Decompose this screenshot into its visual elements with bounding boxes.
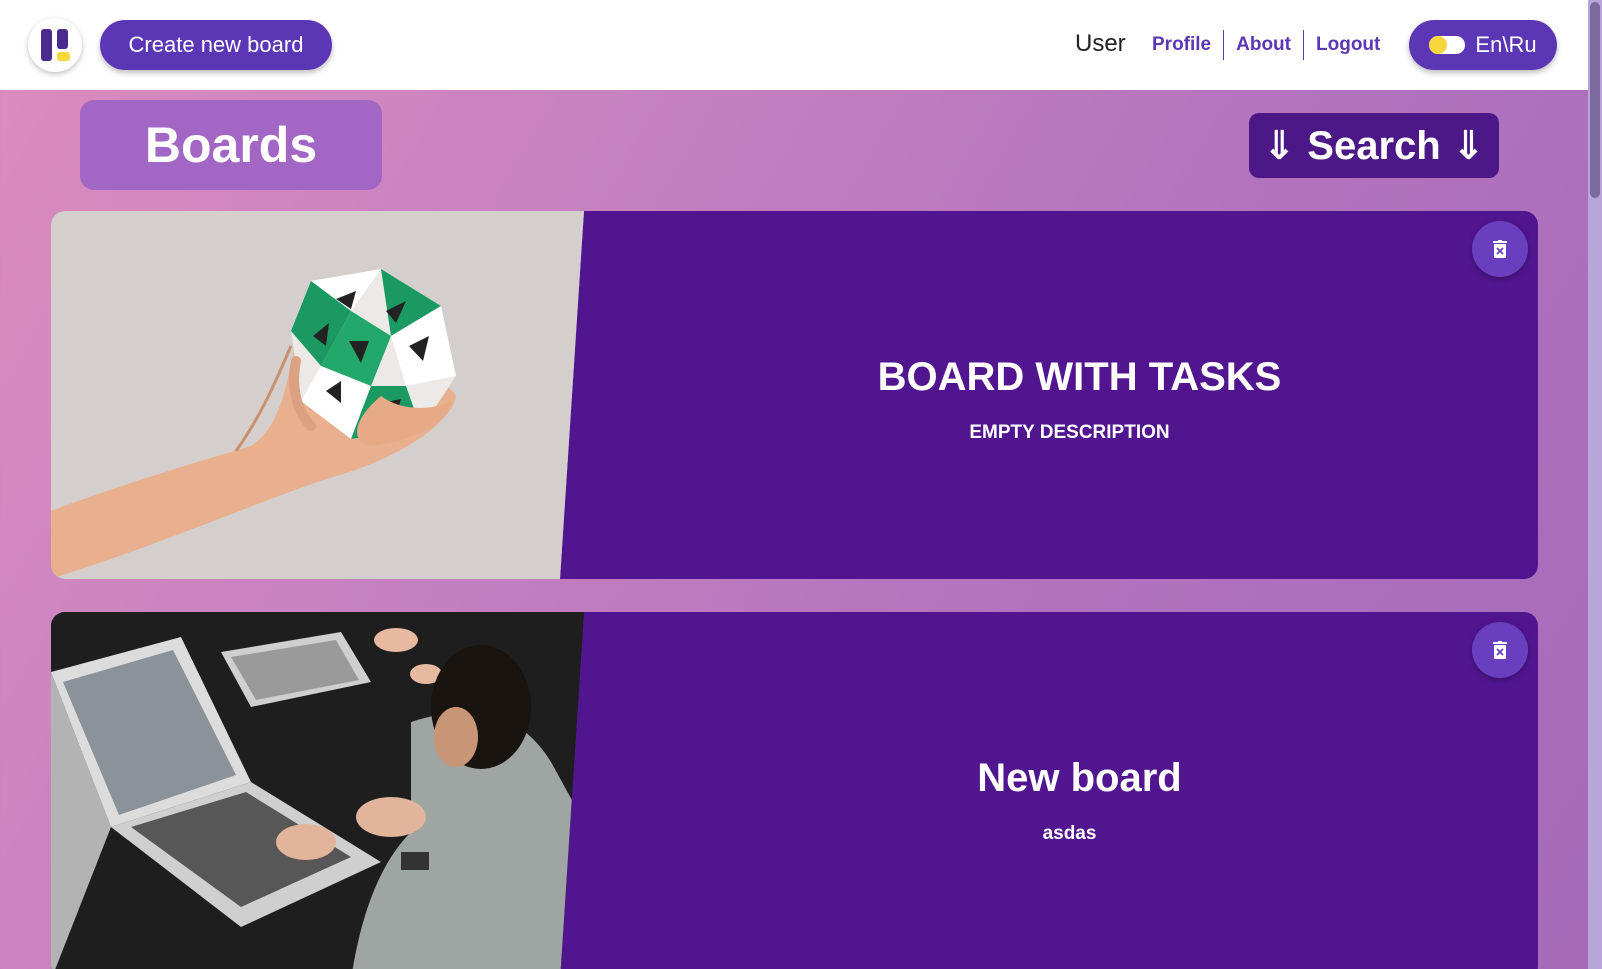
- page-title: Boards: [80, 100, 382, 190]
- search-toggle-button[interactable]: ⇓ Search ⇓: [1249, 113, 1499, 178]
- board-card[interactable]: New board asdas: [51, 612, 1538, 969]
- toggle-knob: [1429, 36, 1448, 54]
- board-card[interactable]: BOARD WITH TASKS EMPTY DESCRIPTION: [51, 211, 1538, 579]
- nav-link-logout[interactable]: Logout: [1303, 30, 1392, 60]
- toggle-switch-icon: [1429, 36, 1466, 54]
- delete-board-button[interactable]: [1472, 221, 1528, 277]
- nav-link-profile[interactable]: Profile: [1140, 30, 1223, 60]
- create-board-button[interactable]: Create new board: [100, 20, 332, 70]
- header-nav: Profile About Logout: [1140, 29, 1392, 61]
- logo-dot: [57, 52, 70, 61]
- nav-link-about[interactable]: About: [1223, 30, 1303, 60]
- board-title: BOARD WITH TASKS: [877, 354, 1282, 399]
- user-name: User: [1075, 30, 1126, 57]
- delete-board-button[interactable]: [1472, 622, 1528, 678]
- page-scrollbar-thumb[interactable]: [1590, 2, 1600, 198]
- board-description: EMPTY DESCRIPTION: [969, 421, 1170, 443]
- language-toggle-button[interactable]: En\Ru: [1409, 20, 1557, 70]
- board-card-body: New board asdas: [621, 612, 1538, 969]
- app-logo[interactable]: [28, 18, 82, 72]
- board-card-body: BOARD WITH TASKS EMPTY DESCRIPTION: [621, 211, 1538, 579]
- laptop-desk-photo: [51, 612, 584, 969]
- board-cover-image: [51, 612, 584, 969]
- board-cover-image: [51, 211, 584, 579]
- board-title: New board: [977, 755, 1182, 800]
- language-label: En\Ru: [1475, 32, 1537, 57]
- app-header: Create new board User Profile About Logo…: [0, 0, 1588, 90]
- board-description: asdas: [1042, 822, 1097, 844]
- logo-bar: [41, 29, 52, 61]
- logo-bar: [57, 29, 68, 49]
- trash-icon: [1493, 641, 1507, 659]
- hand-holding-polyhedron-photo: [51, 211, 584, 579]
- trash-icon: [1493, 240, 1507, 258]
